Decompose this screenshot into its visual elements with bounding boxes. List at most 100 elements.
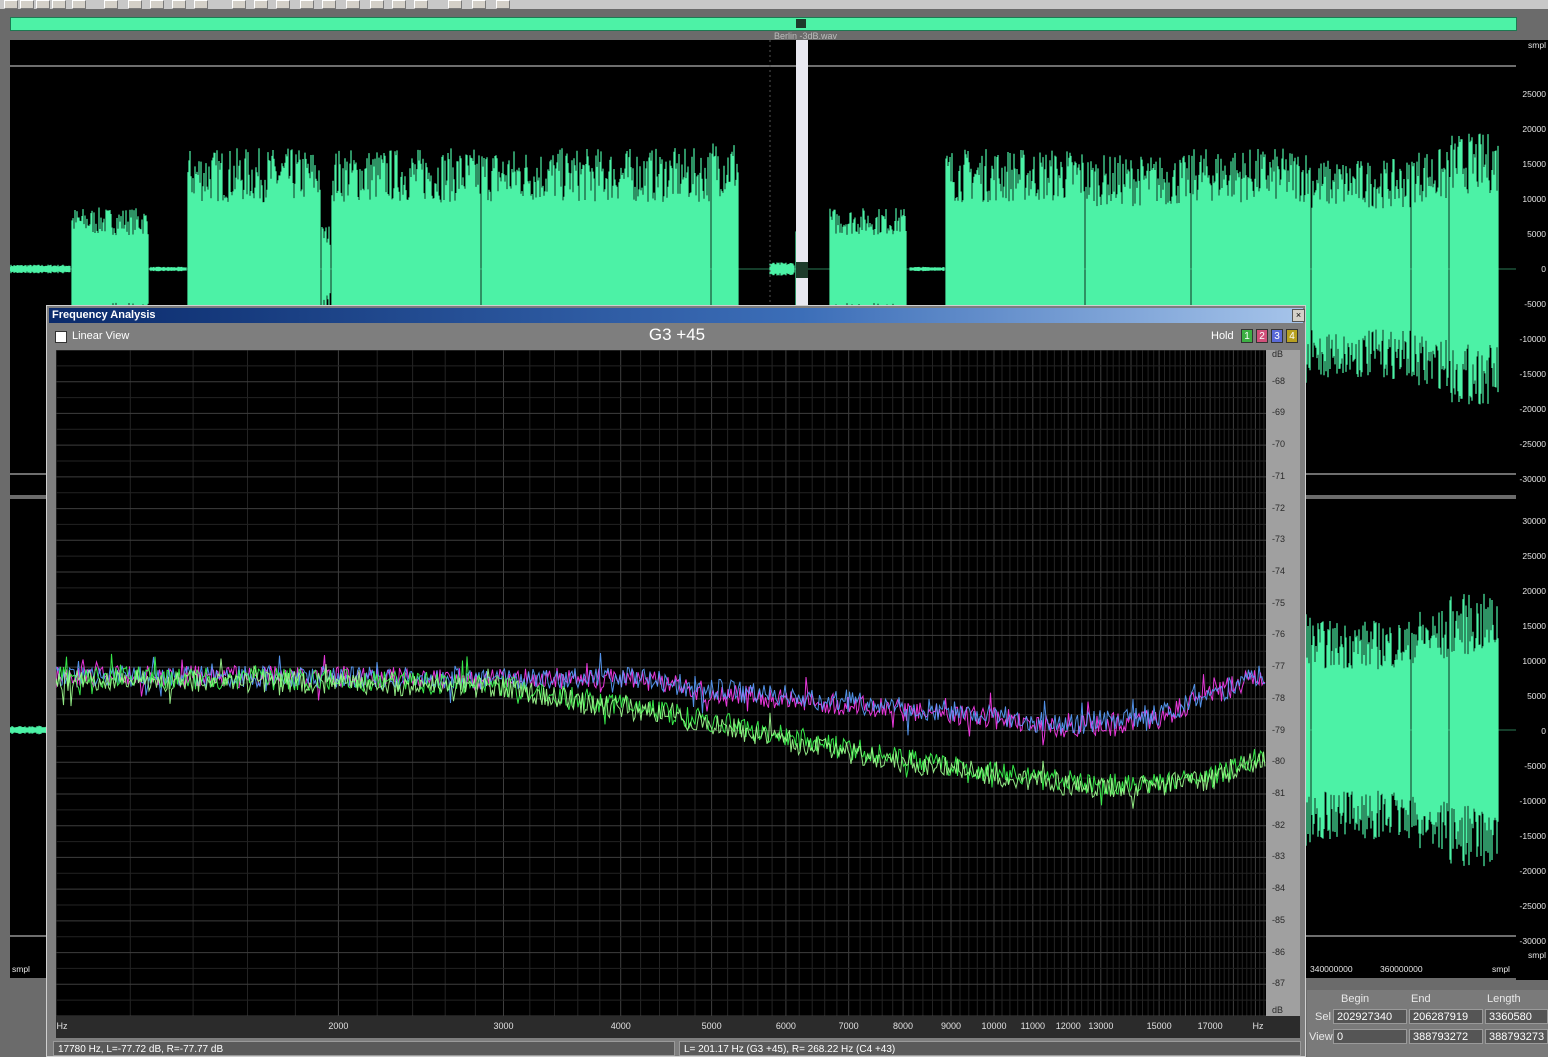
sel-end-field[interactable]: 206287919 xyxy=(1409,1009,1483,1024)
frequency-tick: 8000 xyxy=(893,1021,914,1031)
hold-button-3[interactable]: 3 xyxy=(1271,329,1283,343)
amplitude-tick: -15000 xyxy=(1519,369,1546,379)
db-tick: -84 xyxy=(1272,883,1286,894)
frequency-tick: 3000 xyxy=(493,1021,514,1031)
toolbar-button[interactable] xyxy=(20,0,34,9)
amplitude-tick: -30000 xyxy=(1519,936,1546,946)
db-tick: -80 xyxy=(1272,756,1286,767)
spectrum-series-2 xyxy=(55,652,1265,736)
frequency-tick: 12000 xyxy=(1055,1021,1081,1031)
frequency-tick: 6000 xyxy=(775,1021,796,1031)
toolbar-button[interactable] xyxy=(448,0,462,9)
frequency-tick: 4000 xyxy=(610,1021,631,1031)
ruler-tick: 340000000 xyxy=(1310,964,1353,974)
close-button[interactable]: × xyxy=(1292,309,1305,322)
toolbar-button[interactable] xyxy=(496,0,510,9)
toolbar-button[interactable] xyxy=(300,0,314,9)
db-tick: -78 xyxy=(1272,692,1286,703)
db-tick: -82 xyxy=(1272,819,1286,830)
toolbar-button[interactable] xyxy=(414,0,428,9)
amplitude-tick: 15000 xyxy=(1522,621,1546,631)
frequency-tick: 2000 xyxy=(328,1021,349,1031)
amplitude-tick: 5000 xyxy=(1527,691,1546,701)
toolbar-button[interactable] xyxy=(36,0,50,9)
toolbar-button[interactable] xyxy=(254,0,268,9)
sel-length-field[interactable]: 3360580 xyxy=(1485,1009,1548,1024)
linear-view-checkbox[interactable] xyxy=(55,331,67,343)
db-unit-label: dB xyxy=(1272,349,1284,359)
frequency-tick: 7000 xyxy=(838,1021,859,1031)
db-tick: -75 xyxy=(1272,597,1286,608)
dialog-title: Frequency Analysis xyxy=(52,309,156,321)
frequency-tick: 13000 xyxy=(1088,1021,1114,1031)
frequency-analysis-dialog: Frequency Analysis × Linear View G3 +45 … xyxy=(46,305,1306,1057)
view-begin-field[interactable]: 0 xyxy=(1333,1029,1407,1044)
toolbar-button[interactable] xyxy=(322,0,336,9)
toolbar-button[interactable] xyxy=(150,0,164,9)
toolbar-button[interactable] xyxy=(472,0,486,9)
amplitude-tick: -5000 xyxy=(1524,761,1546,771)
view-length-field[interactable]: 388793273 xyxy=(1485,1029,1548,1044)
db-tick: -74 xyxy=(1272,566,1286,576)
hz-unit-label: Hz xyxy=(1252,1021,1264,1031)
amplitude-tick: 0 xyxy=(1541,726,1546,736)
spectrum-plot[interactable] xyxy=(55,349,1266,1017)
toolbar-button[interactable] xyxy=(392,0,406,9)
amplitude-tick: -30000 xyxy=(1519,474,1546,484)
toolbar-button[interactable] xyxy=(4,0,18,9)
amplitude-tick: -25000 xyxy=(1519,901,1546,911)
frequency-tick: 15000 xyxy=(1146,1021,1172,1031)
linear-view-label: Linear View xyxy=(72,330,130,342)
toolbar-button[interactable] xyxy=(172,0,186,9)
db-tick: -85 xyxy=(1272,914,1286,925)
note-readout: G3 +45 xyxy=(648,325,706,344)
amplitude-tick: 25000 xyxy=(1522,89,1546,99)
overview-position-marker[interactable] xyxy=(796,19,806,28)
amplitude-tick: 0 xyxy=(1541,264,1546,274)
frequency-tick: 11000 xyxy=(1020,1021,1045,1031)
db-tick: -76 xyxy=(1272,629,1286,640)
db-tick: -68 xyxy=(1272,375,1286,386)
toolbar-button[interactable] xyxy=(128,0,142,9)
amplitude-scale: smpl 25000 20000 15000 10000 5000 0 -5000 -10000… xyxy=(1516,40,1548,980)
amplitude-tick: 25000 xyxy=(1522,551,1546,561)
amplitude-tick: 10000 xyxy=(1522,194,1546,204)
db-tick: -72 xyxy=(1272,502,1286,513)
db-tick: -69 xyxy=(1272,407,1286,418)
sel-begin-field[interactable]: 202927340 xyxy=(1333,1009,1407,1024)
toolbar-button[interactable] xyxy=(370,0,384,9)
db-tick: -77 xyxy=(1272,661,1286,672)
amplitude-tick: -10000 xyxy=(1519,334,1546,344)
toolbar-button[interactable] xyxy=(104,0,118,9)
selection-view-panel: Begin End Length Sel 202927340 206287919… xyxy=(1307,990,1548,1057)
toolbar-button[interactable] xyxy=(276,0,290,9)
ruler-tick: 360000000 xyxy=(1380,964,1423,974)
overview-bar[interactable] xyxy=(10,17,1517,31)
toolbar-button[interactable] xyxy=(194,0,208,9)
toolbar-button[interactable] xyxy=(232,0,246,9)
length-header: Length xyxy=(1487,993,1521,1005)
amplitude-tick: 10000 xyxy=(1522,656,1546,666)
amplitude-tick: -5000 xyxy=(1524,299,1546,309)
amplitude-tick: 20000 xyxy=(1522,124,1546,134)
pitch-readout: L= 201.17 Hz (G3 +45), R= 268.22 Hz (C4 … xyxy=(679,1041,1301,1056)
hold-button-2[interactable]: 2 xyxy=(1256,329,1268,343)
begin-header: Begin xyxy=(1341,993,1370,1005)
hold-button-4[interactable]: 4 xyxy=(1286,329,1298,343)
toolbar xyxy=(0,0,1548,9)
toolbar-button[interactable] xyxy=(52,0,66,9)
dialog-title-bar[interactable]: Frequency Analysis × xyxy=(49,308,1305,323)
db-tick: -87 xyxy=(1272,978,1286,989)
sel-label: Sel xyxy=(1315,1011,1331,1023)
toolbar-button[interactable] xyxy=(72,0,86,9)
view-end-field[interactable]: 388793272 xyxy=(1409,1029,1483,1044)
hz-unit-label: Hz xyxy=(56,1021,68,1031)
hold-button-1[interactable]: 1 xyxy=(1241,329,1253,343)
end-header: End xyxy=(1411,993,1431,1005)
frequency-axis: Hz 2000 3000 4000 5000 6000 7000 8000 9000 10000 1… xyxy=(56,1016,1300,1038)
spectrum-canvas[interactable] xyxy=(55,349,1266,1017)
frequency-tick: 10000 xyxy=(981,1021,1007,1031)
db-unit-label: dB xyxy=(1272,1005,1284,1015)
db-tick: -79 xyxy=(1272,724,1286,735)
toolbar-button[interactable] xyxy=(346,0,360,9)
